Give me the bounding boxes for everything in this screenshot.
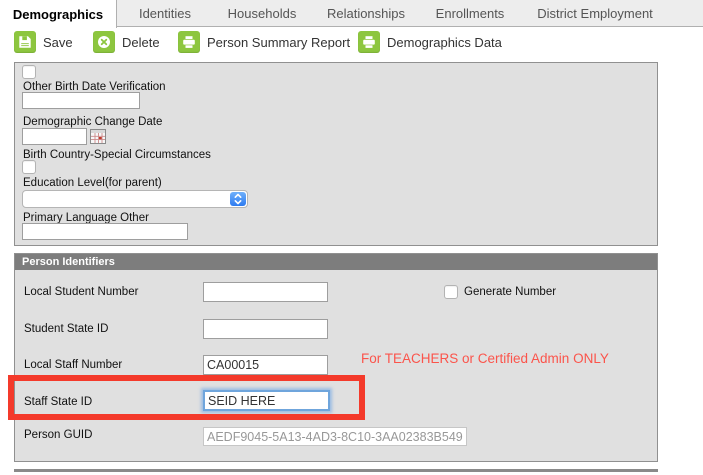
education-level-label: Education Level(for parent) bbox=[23, 177, 162, 189]
annotation-note: For TEACHERS or Certified Admin ONLY bbox=[361, 351, 609, 366]
local-student-number-input[interactable] bbox=[203, 282, 328, 302]
staff-state-id-label: Staff State ID bbox=[24, 396, 93, 408]
person-summary-report-button[interactable]: Person Summary Report bbox=[178, 31, 350, 53]
tab-bar: Demographics Identities Households Relat… bbox=[0, 0, 703, 28]
person-identifiers-section: Person Identifiers Local Student Number … bbox=[14, 253, 658, 462]
demographics-screen: Demographics Identities Households Relat… bbox=[0, 0, 703, 475]
save-button-label: Save bbox=[43, 34, 73, 50]
person-guid-input[interactable] bbox=[203, 427, 467, 446]
tab-district-employment[interactable]: District Employment bbox=[519, 0, 671, 27]
primary-language-other-input[interactable] bbox=[22, 223, 188, 240]
tab-demographics[interactable]: Demographics bbox=[0, 0, 117, 28]
printer-icon bbox=[178, 31, 200, 53]
action-toolbar: Save Delete Person Summary Report Demogr… bbox=[0, 28, 703, 59]
tab-identities[interactable]: Identities bbox=[117, 0, 213, 27]
local-staff-number-input[interactable] bbox=[203, 355, 328, 375]
student-state-id-input[interactable] bbox=[203, 319, 328, 339]
demographics-form-section: Other Birth Date Verification Demographi… bbox=[14, 62, 658, 246]
education-level-select[interactable] bbox=[22, 190, 248, 208]
demographic-change-date-input[interactable] bbox=[22, 128, 87, 145]
delete-icon bbox=[93, 31, 115, 53]
person-guid-label: Person GUID bbox=[24, 429, 93, 441]
birth-country-special-circumstances-label: Birth Country-Special Circumstances bbox=[23, 149, 211, 161]
person-identifiers-header: Person Identifiers bbox=[15, 254, 657, 270]
select-stepper-icon bbox=[230, 192, 246, 206]
delete-button-label: Delete bbox=[122, 34, 160, 50]
calendar-picker-button[interactable] bbox=[90, 129, 106, 144]
calendar-icon bbox=[90, 129, 106, 144]
student-state-id-label: Student State ID bbox=[24, 323, 109, 335]
tab-households[interactable]: Households bbox=[213, 0, 311, 27]
staff-state-id-input[interactable] bbox=[203, 390, 330, 411]
birth-country-special-circumstances-checkbox[interactable] bbox=[22, 160, 36, 174]
local-student-number-label: Local Student Number bbox=[24, 286, 139, 298]
save-icon bbox=[14, 31, 36, 53]
person-summary-report-label: Person Summary Report bbox=[207, 34, 351, 50]
next-section-edge bbox=[14, 469, 658, 472]
tab-enrollments[interactable]: Enrollments bbox=[421, 0, 519, 27]
generate-number-checkbox[interactable] bbox=[444, 285, 458, 299]
printer-icon bbox=[358, 31, 380, 53]
generate-number-label: Generate Number bbox=[464, 286, 557, 298]
unlabeled-checkbox[interactable] bbox=[22, 65, 36, 79]
demographic-change-date-label: Demographic Change Date bbox=[23, 116, 163, 128]
demographics-data-label: Demographics Data bbox=[387, 34, 502, 50]
save-button[interactable]: Save bbox=[14, 31, 73, 53]
tab-relationships[interactable]: Relationships bbox=[311, 0, 421, 27]
other-birth-date-verification-input[interactable] bbox=[22, 92, 140, 109]
delete-button[interactable]: Delete bbox=[93, 31, 160, 53]
local-staff-number-label: Local Staff Number bbox=[24, 359, 123, 371]
demographics-data-button[interactable]: Demographics Data bbox=[358, 31, 502, 53]
